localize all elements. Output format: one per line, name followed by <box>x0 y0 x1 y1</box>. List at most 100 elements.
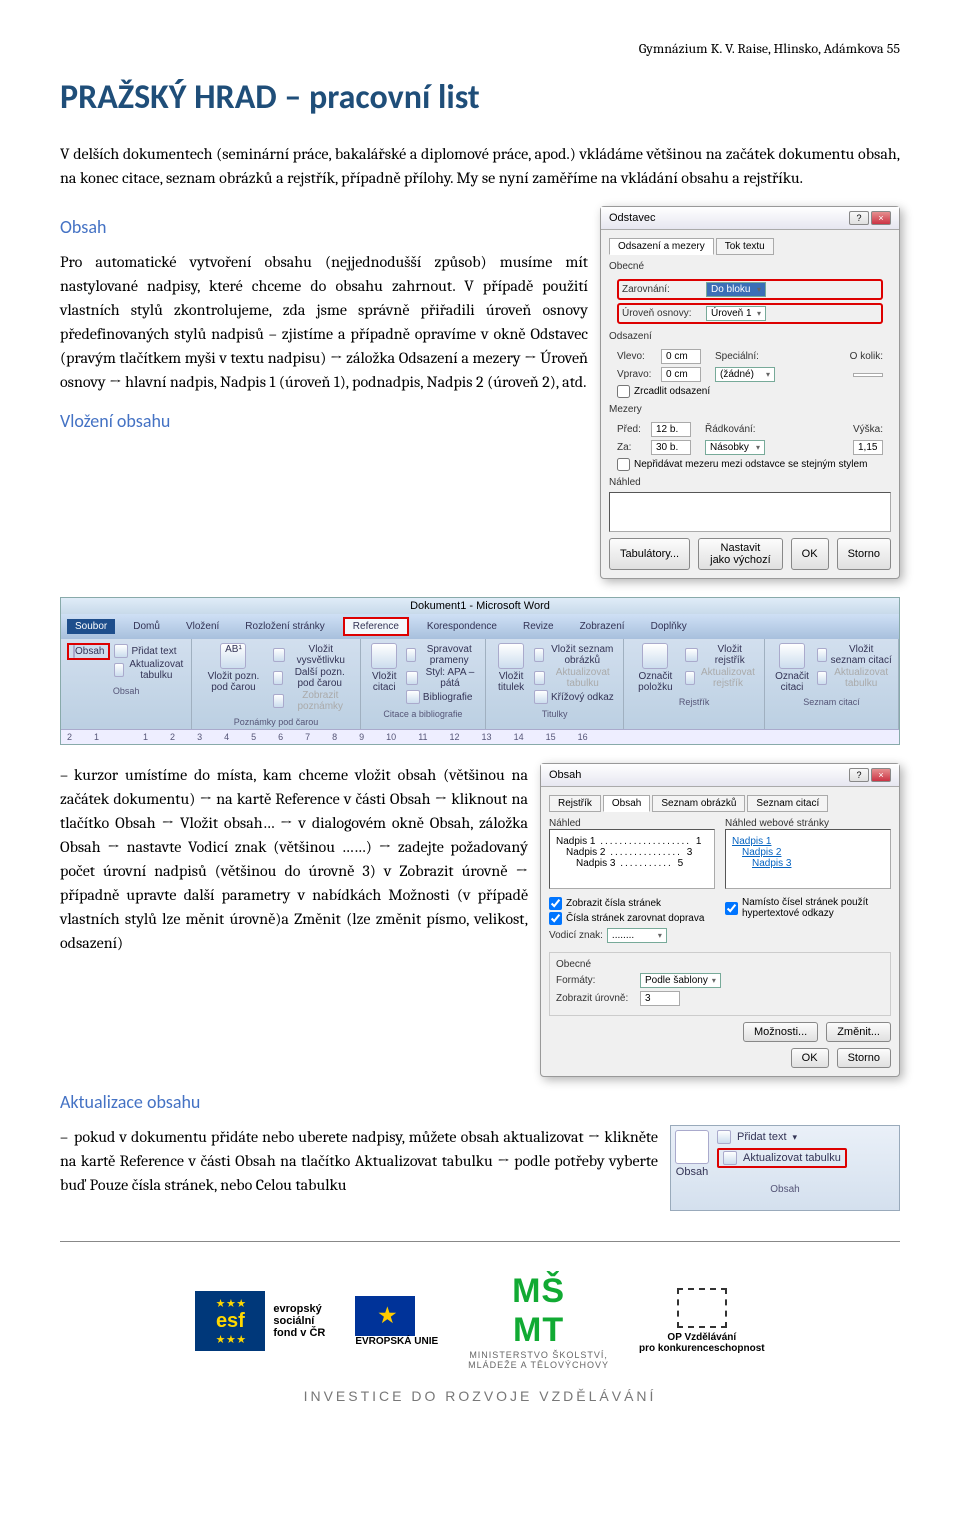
esf-flag-icon: ★ ★ ★ esf ★ ★ ★ <box>195 1291 265 1351</box>
button-zobrazit-pozn: Zobrazit poznámky <box>273 690 354 712</box>
cancel-button[interactable]: Storno <box>837 1048 891 1068</box>
caption-icon <box>498 643 524 669</box>
footer-motto: INVESTICE DO ROZVOJE VZDĚLÁVÁNÍ <box>60 1388 900 1404</box>
tab-seznam-obrazku[interactable]: Seznam obrázků <box>652 795 745 812</box>
button-obsah-small[interactable]: Obsah <box>675 1166 709 1178</box>
combo-vodici[interactable]: ........▾ <box>607 928 667 943</box>
button-tabulatory[interactable]: Tabulátory... <box>609 538 690 570</box>
spin-okolik[interactable] <box>853 373 883 377</box>
tab-reference[interactable]: Reference <box>343 617 409 636</box>
combo-styl-citace[interactable]: Styl: APA – pátá <box>406 667 479 689</box>
button-moznosti[interactable]: Možnosti... <box>743 1022 818 1042</box>
dialog-obsah-title: Obsah <box>549 769 581 781</box>
logo-eu: ★ EVROPSKÁ UNIE <box>355 1296 438 1347</box>
label-vpravo: Vpravo: <box>617 369 657 380</box>
tab-odsazeni-mezery[interactable]: Odsazení a mezery <box>609 238 714 255</box>
tab-domu[interactable]: Domů <box>125 619 168 634</box>
add-text-icon <box>717 1130 731 1144</box>
footer-rule <box>60 1241 900 1242</box>
button-vlozit-pozn[interactable]: AB¹Vložit pozn. pod čarou <box>198 643 268 713</box>
tab-zobrazeni[interactable]: Zobrazení <box>572 619 633 634</box>
spin-vpravo[interactable]: 0 cm <box>661 367 701 382</box>
button-default[interactable]: Nastavit jako výchozí <box>698 538 783 570</box>
button-aktual-rejstrik: Aktualizovat rejstřík <box>685 667 758 689</box>
intro-paragraph: V delších dokumentech (seminární práce, … <box>60 142 900 190</box>
spin-za[interactable]: 30 b. <box>651 440 691 455</box>
refresh-icon <box>723 1151 737 1165</box>
combo-zarovnani[interactable]: Do bloku▾ <box>706 282 766 297</box>
spin-urovne[interactable]: 3 <box>640 991 680 1006</box>
button-seznam-citaci[interactable]: Vložit seznam citací <box>817 644 892 666</box>
button-pridat-text-small[interactable]: Přidat text ▾ <box>717 1130 797 1144</box>
tab-rejstrik[interactable]: Rejstřík <box>549 795 601 812</box>
tab-korespondence[interactable]: Korespondence <box>419 619 505 634</box>
spin-pred[interactable]: 12 b. <box>651 422 691 437</box>
checkbox-nepridavat[interactable] <box>617 458 630 471</box>
button-oznacit-polozku[interactable]: Označit položku <box>630 643 680 693</box>
footer-logos: ★ ★ ★ esf ★ ★ ★ evropský sociální fond v… <box>60 1272 900 1370</box>
ok-button[interactable]: OK <box>791 538 829 570</box>
tab-revize[interactable]: Revize <box>515 619 562 634</box>
tab-tok-textu[interactable]: Tok textu <box>716 238 774 255</box>
label-vyska: Výška: <box>853 424 883 435</box>
button-seznam-obrazku[interactable]: Vložit seznam obrázků <box>534 644 617 666</box>
tab-rozlozeni[interactable]: Rozložení stránky <box>237 619 332 634</box>
group-label-obsah: Obsah <box>67 686 185 696</box>
group-label-obsah-small: Obsah <box>675 1184 895 1195</box>
app-title: Dokument1 - Microsoft Word <box>61 598 899 614</box>
button-vlozit-rejstrik[interactable]: Vložit rejstřík <box>685 644 758 666</box>
spin-vyska[interactable]: 1,15 <box>853 440 883 455</box>
checkbox-zarovnat[interactable] <box>549 912 562 925</box>
label-cisla: Zobrazit čísla stránek <box>566 898 661 909</box>
tab-doplnky[interactable]: Doplňky <box>643 619 695 634</box>
close-icon[interactable]: × <box>871 211 891 225</box>
help-icon[interactable]: ? <box>849 211 869 225</box>
group-label-citace: Citace a bibliografie <box>367 709 480 719</box>
button-oznacit-citaci[interactable]: Označit citaci <box>771 643 813 693</box>
checkbox-zrcadlit[interactable] <box>617 385 630 398</box>
refresh-icon <box>114 663 124 677</box>
label-nahled: Náhled <box>549 818 715 829</box>
checkbox-hyper[interactable] <box>725 902 738 915</box>
label-zarovnani: Zarovnání: <box>622 284 702 295</box>
bullet-aktual: –pokud v dokumentu přidáte nebo uberete … <box>60 1125 658 1197</box>
main-title: PRAŽSKÝ HRAD – pracovní list <box>60 77 900 118</box>
label-zrcadlit: Zrcadlit odsazení <box>634 386 710 397</box>
tab-soubor[interactable]: Soubor <box>67 619 115 634</box>
combo-specialni[interactable]: (žádné)▾ <box>715 367 775 382</box>
ruler: 2112345678910111213141516 <box>61 729 899 744</box>
button-pridat-text[interactable]: Přidat text <box>114 644 185 658</box>
paragraph-obsah: Pro automatické vytvoření obsahu (nejjed… <box>60 250 588 394</box>
button-spravovat[interactable]: Spravovat prameny <box>406 644 479 666</box>
cancel-button[interactable]: Storno <box>837 538 891 570</box>
close-icon[interactable]: × <box>871 768 891 782</box>
tab-obsah[interactable]: Obsah <box>603 795 650 812</box>
button-aktual-tabulku-1[interactable]: Aktualizovat tabulku <box>114 659 185 681</box>
button-vlozit-vysvetlivku[interactable]: Vložit vysvětlivku <box>273 644 354 666</box>
tab-vlozeni[interactable]: Vložení <box>178 619 227 634</box>
button-aktual-tabulku-small[interactable]: Aktualizovat tabulku <box>717 1148 847 1168</box>
button-dalsi-pozn[interactable]: Další pozn. pod čarou <box>273 667 354 689</box>
label-zarovnat: Čísla stránek zarovnat doprava <box>566 913 704 924</box>
tab-seznam-citaci[interactable]: Seznam citací <box>747 795 828 812</box>
spin-vlevo[interactable]: 0 cm <box>661 349 701 364</box>
help-icon[interactable]: ? <box>849 768 869 782</box>
heading-vlozeni: Vložení obsahu <box>60 410 588 432</box>
ribbon-snippet-obsah: Obsah Přidat text ▾ Aktualizovat tabulku… <box>670 1125 900 1211</box>
ok-button[interactable]: OK <box>791 1048 829 1068</box>
button-vlozit-citaci[interactable]: Vložit citaci <box>367 643 402 705</box>
group-label-titulky: Titulky <box>492 709 617 719</box>
msmt-icon: MŠMT <box>468 1272 609 1350</box>
button-obsah[interactable]: Obsah <box>67 643 110 660</box>
button-zmenit[interactable]: Změnit... <box>826 1022 891 1042</box>
button-bibliografie[interactable]: Bibliografie <box>406 690 479 704</box>
button-krizovy-odkaz[interactable]: Křížový odkaz <box>534 690 617 704</box>
checkbox-cisla[interactable] <box>549 897 562 910</box>
button-vlozit-titulek[interactable]: Vložit titulek <box>492 643 530 705</box>
combo-uroven[interactable]: Úroveň 1▾ <box>706 306 766 321</box>
label-vodici: Vodicí znak: <box>549 930 603 941</box>
heading-aktualizace: Aktualizace obsahu <box>60 1091 900 1113</box>
combo-formaty[interactable]: Podle šablony▾ <box>640 973 721 988</box>
combo-radkovani[interactable]: Násobky▾ <box>705 440 765 455</box>
logo-opvk: OP Vzdělávání pro konkurenceschopnost <box>639 1288 765 1354</box>
